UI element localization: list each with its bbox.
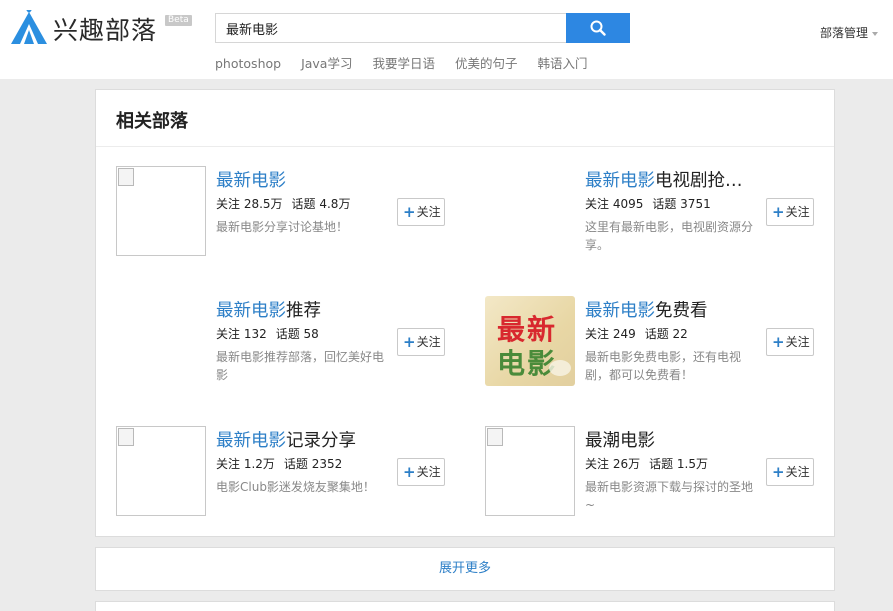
follow-button[interactable]: +关注 xyxy=(397,458,445,486)
tribe-card: 最新电影 关注 28.5万 话题 4.8万 最新电影分享讨论基地！ +关注 xyxy=(116,166,446,256)
tribe-title[interactable]: 最新电影记录分享 xyxy=(216,427,356,452)
topic-count: 话题 22 xyxy=(644,327,688,341)
tribe-description: 这里有最新电影，电视剧资源分享。 xyxy=(585,220,754,252)
plus-icon: + xyxy=(403,333,416,351)
tribe-avatar[interactable]: 最新 电影 xyxy=(485,296,575,386)
tribe-stats: 关注 28.5万 话题 4.8万 xyxy=(216,195,359,212)
hotword-link[interactable]: 优美的句子 xyxy=(455,56,518,71)
search-icon xyxy=(590,20,606,36)
topic-count: 话题 3751 xyxy=(652,197,711,211)
tribe-title[interactable]: 最新电影电视剧抢… xyxy=(585,167,743,192)
topic-count: 话题 2352 xyxy=(283,457,343,471)
hotword-link[interactable]: photoshop xyxy=(215,56,281,71)
tribe-avatar[interactable] xyxy=(485,426,575,516)
tribe-avatar[interactable] xyxy=(116,166,206,256)
tribe-title[interactable]: 最新电影 xyxy=(216,167,286,192)
poster-decoration xyxy=(549,360,571,376)
poster-text: 电影 xyxy=(497,347,558,380)
top-header: 兴趣部落 Beta photoshop Java学习 我要学日语 优美的句子 韩… xyxy=(0,0,893,79)
follower-count: 关注 28.5万 xyxy=(216,197,283,211)
chevron-down-icon xyxy=(872,31,879,36)
tent-logo-icon[interactable] xyxy=(9,10,49,46)
follower-count: 关注 26万 xyxy=(585,457,641,471)
follower-count: 关注 1.2万 xyxy=(216,457,275,471)
divider xyxy=(96,146,834,147)
tribe-description: 最新电影资源下载与探讨的圣地~ xyxy=(585,480,754,512)
follow-button[interactable]: +关注 xyxy=(766,328,814,356)
tribe-card: 最新电影电视剧抢… 关注 4095 话题 3751 这里有最新电影，电视剧资源分享… xyxy=(485,166,815,256)
tribe-stats: 关注 1.2万 话题 2352 xyxy=(216,455,351,472)
plus-icon: + xyxy=(772,463,785,481)
follow-button[interactable]: +关注 xyxy=(397,198,445,226)
topic-count: 话题 58 xyxy=(275,327,319,341)
beta-badge: Beta xyxy=(165,15,192,26)
tribe-admin-menu[interactable]: 部落管理 xyxy=(820,24,879,41)
hotword-link[interactable]: 我要学日语 xyxy=(372,56,435,71)
expand-more-button[interactable]: 展开更多 xyxy=(95,547,835,591)
tribe-stats: 关注 4095 话题 3751 xyxy=(585,195,720,212)
next-panel xyxy=(95,601,835,611)
hotword-link[interactable]: Java学习 xyxy=(301,56,352,71)
plus-icon: + xyxy=(772,333,785,351)
follower-count: 关注 132 xyxy=(216,327,267,341)
search-input[interactable] xyxy=(215,13,567,43)
hot-search-words: photoshop Java学习 我要学日语 优美的句子 韩语入门 xyxy=(215,53,603,72)
tribe-card: 最新电影推荐 关注 132 话题 58 最新电影推荐部落，回忆美好电影 +关注 xyxy=(116,296,446,386)
brand-name[interactable]: 兴趣部落 xyxy=(53,11,157,47)
tribe-description: 最新电影推荐部落，回忆美好电影 xyxy=(216,350,385,382)
plus-icon: + xyxy=(772,203,785,221)
tribe-description: 最新电影分享讨论基地！ xyxy=(216,220,349,234)
follower-count: 关注 249 xyxy=(585,327,636,341)
follow-button[interactable]: +关注 xyxy=(766,458,814,486)
follow-button[interactable]: +关注 xyxy=(397,328,445,356)
tribe-title[interactable]: 最新电影免费看 xyxy=(585,297,708,322)
topic-count: 话题 1.5万 xyxy=(649,457,708,471)
tribe-admin-label: 部落管理 xyxy=(820,26,869,40)
hotword-link[interactable]: 韩语入门 xyxy=(537,56,587,71)
plus-icon: + xyxy=(403,463,416,481)
tribe-card: 最新电影记录分享 关注 1.2万 话题 2352 电影Club影迷发烧友聚集地！ … xyxy=(116,426,446,516)
tribe-stats: 关注 249 话题 22 xyxy=(585,325,697,342)
tribe-avatar[interactable] xyxy=(116,426,206,516)
tribe-card: 最潮电影 关注 26万 话题 1.5万 最新电影资源下载与探讨的圣地~ +关注 xyxy=(485,426,815,516)
panel-title: 相关部落 xyxy=(116,111,188,132)
tribe-description: 电影Club影迷发烧友聚集地！ xyxy=(216,480,375,494)
tribe-stats: 关注 26万 话题 1.5万 xyxy=(585,455,717,472)
related-tribes-panel: 相关部落 最新电影 关注 28.5万 话题 4.8万 最新电影分享讨论基地！ +关… xyxy=(95,89,835,537)
search-button[interactable] xyxy=(566,13,630,43)
tribe-stats: 关注 132 话题 58 xyxy=(216,325,328,342)
topic-count: 话题 4.8万 xyxy=(291,197,351,211)
tribe-title[interactable]: 最潮电影 xyxy=(585,427,655,452)
follow-button[interactable]: +关注 xyxy=(766,198,814,226)
tribe-description: 最新电影免费电影，还有电视剧，都可以免费看！ xyxy=(585,350,742,382)
tribe-title[interactable]: 最新电影推荐 xyxy=(216,297,321,322)
tribe-card: 最新 电影 最新电影免费看 关注 249 话题 22 最新电影免费电影，还有电视剧… xyxy=(485,296,815,386)
plus-icon: + xyxy=(403,203,416,221)
follower-count: 关注 4095 xyxy=(585,197,644,211)
